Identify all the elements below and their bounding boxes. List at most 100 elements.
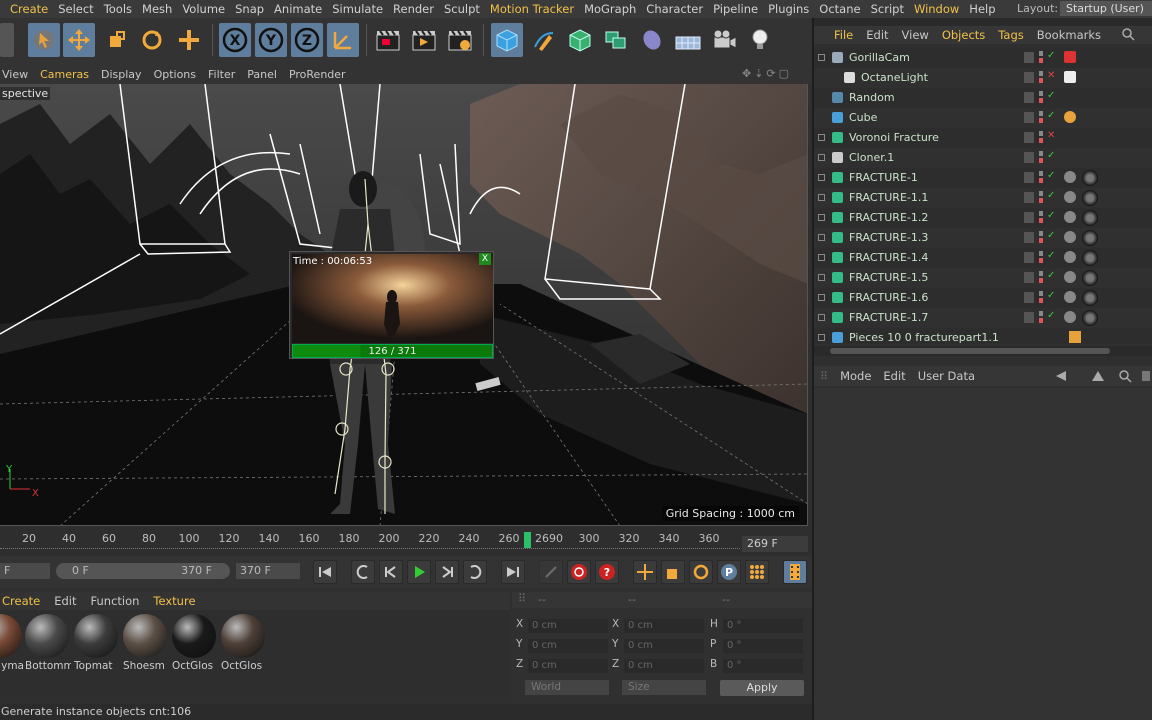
object-row[interactable]: FRACTURE-1.4 ✓ <box>814 248 1152 268</box>
tag-icon[interactable] <box>1064 271 1076 283</box>
camera-button[interactable] <box>708 23 740 57</box>
attribute-grip-icon[interactable]: ⠿ <box>814 370 828 383</box>
layer-visibility-toggle[interactable] <box>1024 52 1034 63</box>
y-axis-lock-button[interactable]: Y <box>255 23 287 57</box>
enabled-check-icon[interactable]: ✓ <box>1047 310 1055 321</box>
viewport-menu-filter[interactable]: Filter <box>196 68 235 81</box>
editor-render-dots[interactable] <box>1039 71 1043 83</box>
tag-icon[interactable] <box>1064 211 1076 223</box>
object-row[interactable]: FRACTURE-1.1 ✓ <box>814 188 1152 208</box>
material-tag-icon[interactable] <box>1082 230 1098 246</box>
scale-tool-button[interactable] <box>100 23 132 57</box>
expand-toggle-icon[interactable] <box>818 134 825 141</box>
texture-tag-icon[interactable] <box>1064 111 1076 123</box>
layer-visibility-toggle[interactable] <box>1024 252 1034 263</box>
editor-render-dots[interactable] <box>1039 51 1043 63</box>
scrollbar-thumb[interactable] <box>830 348 1110 354</box>
layer-visibility-toggle[interactable] <box>1024 212 1034 223</box>
enabled-check-icon[interactable]: ✓ <box>1047 210 1055 221</box>
menu-help[interactable]: Help <box>959 2 995 16</box>
layer-visibility-toggle[interactable] <box>1024 112 1034 123</box>
object-row[interactable]: GorillaCam ✓ <box>814 48 1152 68</box>
object-manager-hscrollbar[interactable] <box>814 346 1152 356</box>
object-name[interactable]: FRACTURE-1.6 <box>849 291 928 304</box>
prev-frame-button[interactable] <box>379 560 403 584</box>
editor-render-dots[interactable] <box>1039 211 1043 223</box>
material-tag-icon[interactable] <box>1082 190 1098 206</box>
menu-window[interactable]: Window <box>904 2 959 16</box>
expand-toggle-icon[interactable] <box>818 154 825 161</box>
material-swatch[interactable]: OctGlos <box>221 614 267 674</box>
viewport-menu-options[interactable]: Options <box>142 68 196 81</box>
object-row[interactable]: Random ✓ <box>814 88 1152 108</box>
toolbar-partial-button[interactable] <box>0 23 14 57</box>
expand-toggle-icon[interactable] <box>818 294 825 301</box>
material-tag-icon[interactable] <box>1082 290 1098 306</box>
current-frame-field[interactable]: 269 F <box>742 536 808 552</box>
editor-render-dots[interactable] <box>1039 231 1043 243</box>
menu-pipeline[interactable]: Pipeline <box>703 2 758 16</box>
object-name[interactable]: FRACTURE-1.2 <box>849 211 928 224</box>
coord-value-field[interactable]: 0 ° <box>723 659 803 673</box>
editor-render-dots[interactable] <box>1039 271 1043 283</box>
position-key-button[interactable] <box>633 560 657 584</box>
object-row[interactable]: OctaneLight ✕ <box>814 68 1152 88</box>
menu-sculpt[interactable]: Sculpt <box>434 2 480 16</box>
render-picture-viewer-button[interactable] <box>408 23 440 57</box>
object-name[interactable]: FRACTURE-1.5 <box>849 271 928 284</box>
expand-toggle-icon[interactable] <box>818 234 825 241</box>
x-axis-lock-button[interactable]: X <box>219 23 251 57</box>
viewport-menu-display[interactable]: Display <box>89 68 142 81</box>
coord-value-field[interactable]: 0 ° <box>723 619 803 633</box>
editor-render-dots[interactable] <box>1039 251 1043 263</box>
coord-value-field[interactable]: 0 cm <box>624 659 704 673</box>
menu-snap[interactable]: Snap <box>225 2 264 16</box>
array-button[interactable] <box>600 23 632 57</box>
object-name[interactable]: Random <box>849 91 895 104</box>
enabled-check-icon[interactable]: ✓ <box>1047 150 1055 161</box>
menu-script[interactable]: Script <box>861 2 904 16</box>
object-name[interactable]: Cube <box>849 111 877 124</box>
object-name[interactable]: FRACTURE-1.1 <box>849 191 928 204</box>
editor-render-dots[interactable] <box>1039 171 1043 183</box>
material-tag-icon[interactable] <box>1082 210 1098 226</box>
material-tag-icon[interactable] <box>1082 310 1098 326</box>
layer-visibility-toggle[interactable] <box>1024 192 1034 203</box>
render-preview-popup[interactable]: Time : 00:06:53 X 126 / 371 <box>289 251 494 359</box>
object-row[interactable]: FRACTURE-1.7 ✓ <box>814 308 1152 328</box>
viewport-menu-prorender[interactable]: ProRender <box>277 68 346 81</box>
camera-tag-icon[interactable] <box>1064 51 1076 63</box>
material-swatch[interactable]: Shoesm <box>123 614 169 674</box>
tag-icon[interactable] <box>1064 231 1076 243</box>
timeline-layout-button[interactable] <box>783 560 807 584</box>
menu-mesh[interactable]: Mesh <box>132 2 172 16</box>
enabled-check-icon[interactable]: ✓ <box>1047 290 1055 301</box>
deformer-button[interactable] <box>636 23 668 57</box>
tag-icon[interactable] <box>1064 191 1076 203</box>
object-row[interactable]: FRACTURE-1.6 ✓ <box>814 288 1152 308</box>
viewport-nav-icons[interactable]: ✥⇣⟳▢ <box>742 67 792 80</box>
warning-tag-icon[interactable] <box>1069 331 1081 343</box>
coord-value-field[interactable]: 0 cm <box>528 639 608 653</box>
expand-toggle-icon[interactable] <box>818 314 825 321</box>
subdivision-button[interactable] <box>564 23 596 57</box>
layer-visibility-toggle[interactable] <box>1024 312 1034 323</box>
select-tool-button[interactable] <box>28 23 60 57</box>
layer-visibility-toggle[interactable] <box>1024 172 1034 183</box>
rotate-tool-button[interactable] <box>136 23 168 57</box>
material-tag-icon[interactable] <box>1082 170 1098 186</box>
object-menu-objects[interactable]: Objects <box>929 28 985 42</box>
light-button[interactable] <box>744 23 776 57</box>
editor-render-dots[interactable] <box>1039 151 1043 163</box>
material-swatch[interactable]: Bottomm <box>25 614 71 674</box>
coordinate-system-button[interactable] <box>327 23 359 57</box>
material-menu-edit[interactable]: Edit <box>40 594 76 608</box>
enabled-check-icon[interactable]: ✓ <box>1047 110 1055 121</box>
object-row[interactable]: Voronoi Fracture ✕ <box>814 128 1152 148</box>
frame-end-field[interactable]: 370 F <box>236 563 300 579</box>
menu-mograph[interactable]: MoGraph <box>574 2 636 16</box>
menu-plugins[interactable]: Plugins <box>758 2 809 16</box>
coord-value-field[interactable]: 0 cm <box>624 639 704 653</box>
enabled-check-icon[interactable]: ✓ <box>1047 50 1055 61</box>
object-menu-view[interactable]: View <box>889 28 929 42</box>
